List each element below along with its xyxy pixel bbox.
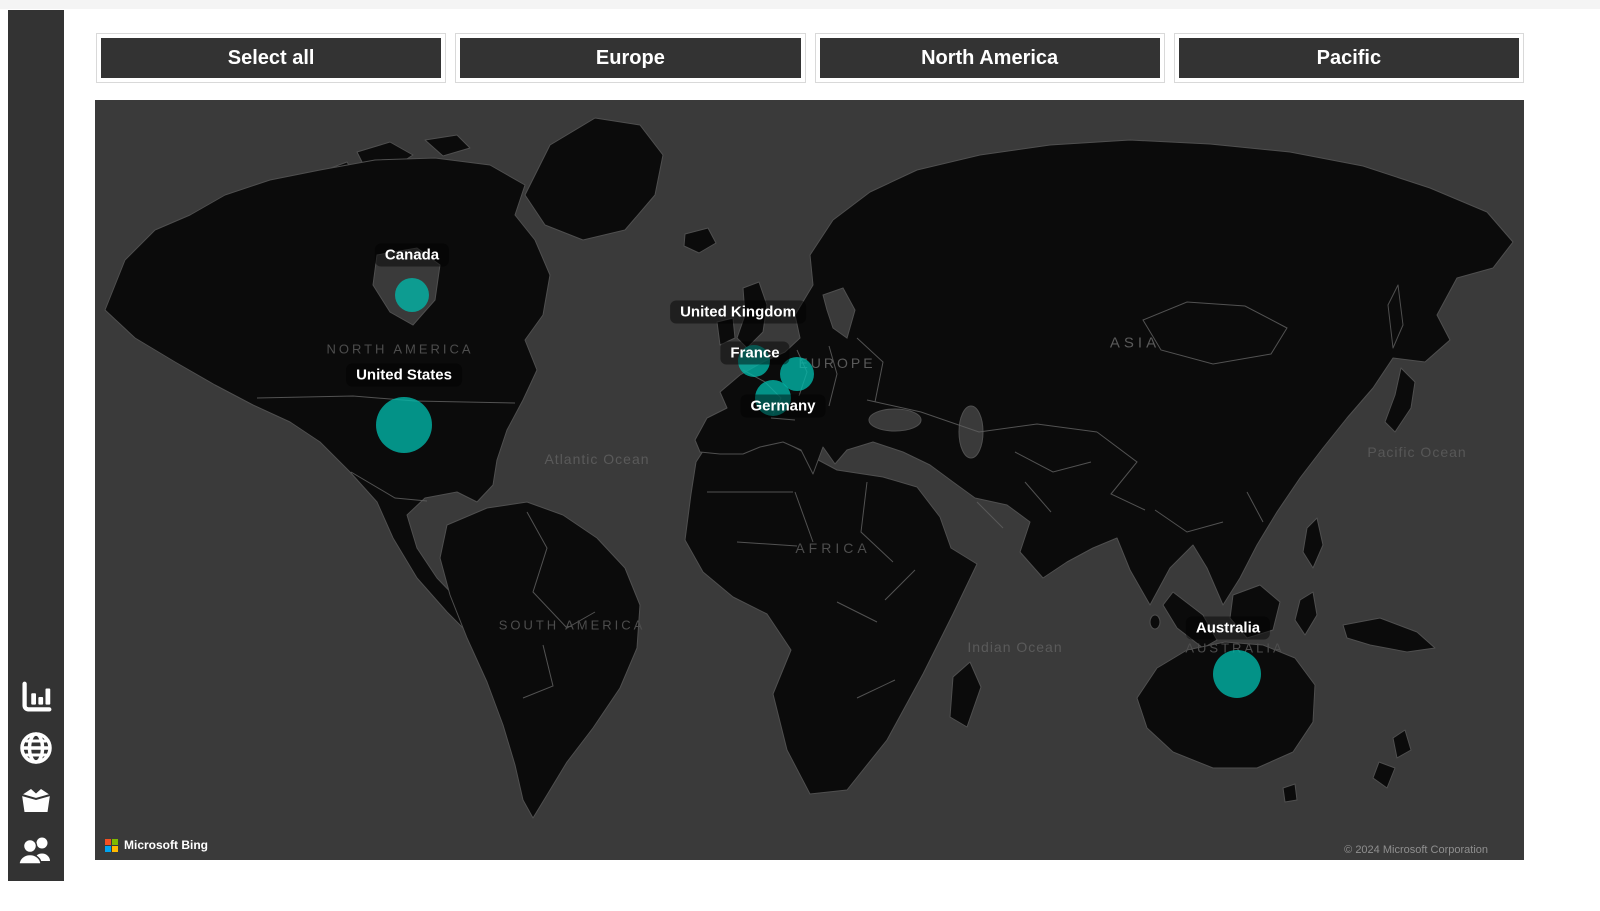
data-bubble-canada[interactable]: [395, 278, 429, 312]
data-bubble-united-states[interactable]: [376, 397, 432, 453]
filter-button-pacific[interactable]: Pacific: [1179, 38, 1519, 78]
sidebar: [8, 10, 64, 881]
bubble-label-france: France: [720, 342, 789, 365]
filter-button-frame: North America: [815, 33, 1165, 83]
bubble-label-canada: Canada: [375, 244, 449, 267]
map-region-label-indian-ocean: Indian Ocean: [967, 639, 1062, 655]
data-bubble-australia[interactable]: [1213, 650, 1261, 698]
filter-button-frame: Select all: [96, 33, 446, 83]
map-copyright: © 2024 Microsoft Corporation: [1344, 844, 1488, 856]
bubble-label-australia: Australia: [1186, 617, 1270, 640]
filter-button-north-america[interactable]: North America: [820, 38, 1160, 78]
filter-button-select-all[interactable]: Select all: [101, 38, 441, 78]
map-region-label-atlantic-ocean: Atlantic Ocean: [544, 451, 649, 467]
bubble-label-united-states: United States: [346, 364, 462, 387]
map-region-label-asia: ASIA: [1110, 335, 1160, 352]
map-region-label-pacific-ocean: Pacific Ocean: [1367, 444, 1466, 460]
map-overlays: NORTH AMERICA Atlantic Ocean SOUTH AMERICA…: [95, 100, 1524, 860]
bar-chart-icon[interactable]: [15, 676, 57, 718]
top-strip: [0, 0, 1600, 9]
microsoft-logo-icon: [105, 839, 118, 852]
filter-button-europe[interactable]: Europe: [460, 38, 800, 78]
bubble-label-united-kingdom: United Kingdom: [670, 301, 806, 324]
map-visual[interactable]: NORTH AMERICA Atlantic Ocean SOUTH AMERICA…: [95, 100, 1524, 860]
people-icon[interactable]: [15, 829, 57, 871]
map-region-label-south-america: SOUTH AMERICA: [499, 618, 646, 633]
filter-button-frame: Europe: [455, 33, 805, 83]
filter-button-row: Select all Europe North America Pacific: [96, 33, 1524, 83]
bubble-label-germany: Germany: [740, 395, 825, 418]
open-box-icon[interactable]: [15, 778, 57, 820]
globe-icon[interactable]: [15, 727, 57, 769]
map-region-label-africa: AFRICA: [795, 540, 870, 556]
bing-logo[interactable]: Microsoft Bing: [105, 838, 208, 852]
map-region-label-north-america: NORTH AMERICA: [326, 342, 473, 357]
filter-button-frame: Pacific: [1174, 33, 1524, 83]
bing-logo-label: Microsoft Bing: [124, 838, 208, 852]
